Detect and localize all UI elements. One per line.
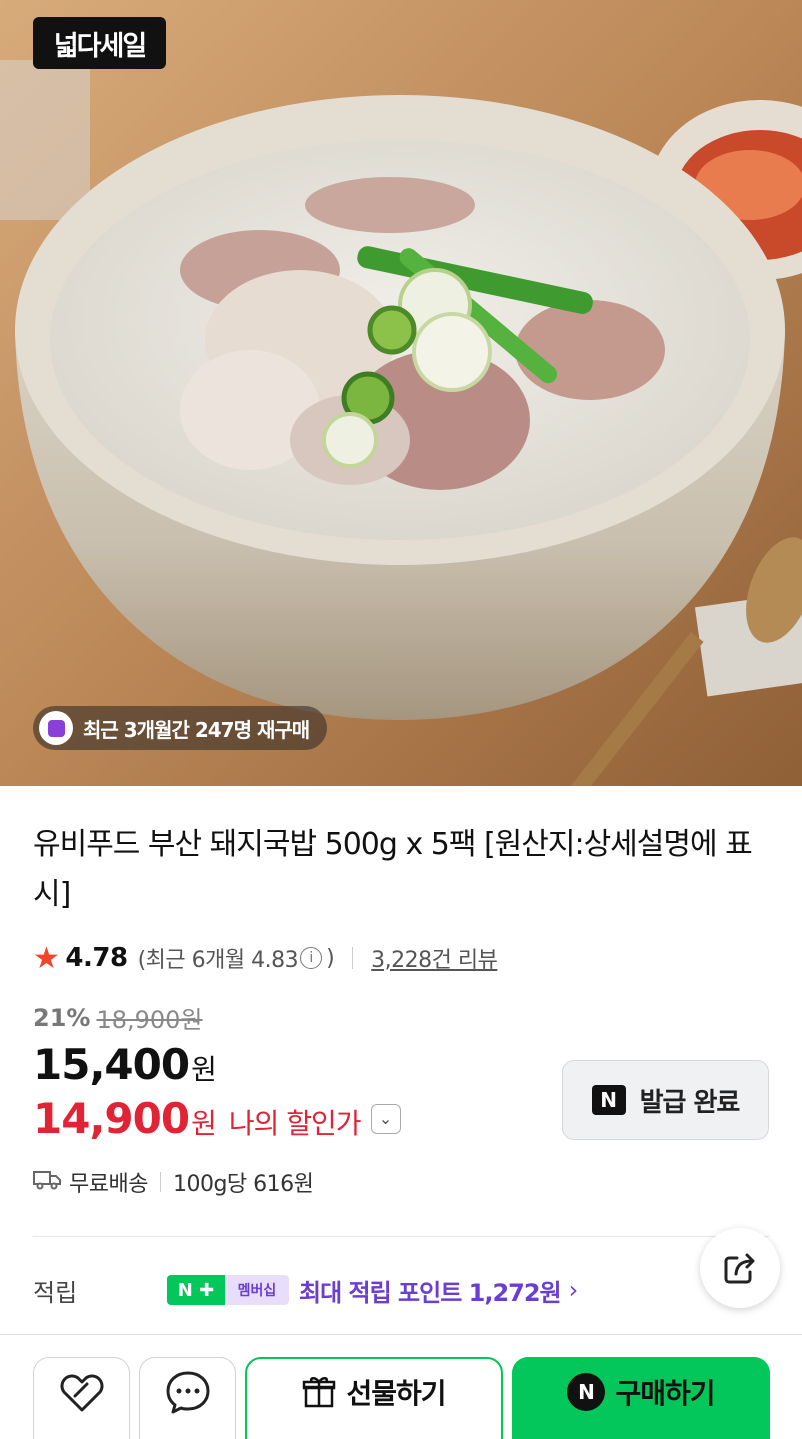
discount-percent: 21% [33, 1003, 91, 1032]
points-label: 적립 [33, 1278, 78, 1307]
soup-illustration [0, 0, 802, 786]
naver-plus-membership-badge: N ✚ 멤버십 [167, 1275, 289, 1305]
my-price-label: 나의 할인가 [228, 1107, 362, 1140]
points-text: 최대 적립 포인트 1,272원 [299, 1278, 562, 1307]
chat-icon [165, 1369, 211, 1439]
sale-price: 15,400원 [33, 1040, 217, 1089]
discount-row: 21% 18,900원 [33, 1000, 203, 1035]
product-image[interactable]: 넓다세일 최근 3개월간 247명 재구매 [0, 0, 802, 786]
naver-logo-icon: N [591, 1085, 626, 1115]
points-row[interactable]: 적립 N ✚ 멤버십 최대 적립 포인트 1,272원 › [33, 1270, 773, 1310]
gift-icon [302, 1375, 336, 1439]
info-icon[interactable]: i [300, 947, 323, 969]
naver-n-logo: N [567, 1373, 606, 1411]
membership-label: 멤버십 [225, 1275, 289, 1305]
wishlist-button[interactable] [33, 1357, 130, 1439]
shipping-text: 무료배송 [69, 1172, 148, 1197]
gift-label: 선물하기 [346, 1377, 446, 1410]
naver-plus-icon: N ✚ [167, 1275, 225, 1305]
shipping-row: 무료배송 100g당 616원 [33, 1165, 314, 1199]
gift-button[interactable]: 선물하기 [245, 1357, 503, 1439]
star-icon: ★ [33, 940, 60, 976]
sale-price-unit: 원 [191, 1053, 217, 1086]
heart-icon [57, 1370, 107, 1439]
action-bar-divider [0, 1334, 802, 1335]
naver-pay-icon: N [567, 1373, 615, 1439]
sale-price-value: 15,400 [33, 1040, 190, 1089]
divider [352, 947, 354, 969]
my-price-unit: 원 [191, 1107, 217, 1140]
coupon-label: 발급 완료 [639, 1087, 741, 1118]
sale-badge-logo: 넓다세일 [33, 17, 166, 69]
repurchase-icon [39, 711, 73, 745]
rating-row: ★ 4.78 (최근 6개월 4.83 i ) 3,228건 리뷰 [33, 938, 498, 978]
unit-price: 100g당 616원 [172, 1172, 314, 1197]
chevron-down-icon[interactable]: ⌄ [370, 1103, 401, 1134]
talk-talk-button[interactable] [139, 1357, 236, 1439]
review-count-link[interactable]: 3,228건 리뷰 [371, 942, 498, 974]
repurchase-chip: 최근 3개월간 247명 재구매 [33, 706, 328, 750]
coupon-issued-button[interactable]: N 발급 완료 [562, 1060, 769, 1140]
truck-icon [33, 1168, 61, 1196]
recent-rating: (최근 6개월 4.83 [137, 948, 299, 973]
divider [159, 1172, 161, 1192]
my-discount-price[interactable]: 14,900 원 나의 할인가 ⌄ [33, 1094, 401, 1143]
rating-value: 4.78 [65, 943, 128, 973]
product-title: 유비푸드 부산 돼지국밥 500g x 5팩 [원산지:상세설명에 표시] [33, 827, 753, 912]
section-divider [33, 1236, 769, 1237]
my-price-value: 14,900 [33, 1094, 190, 1143]
original-price: 18,900원 [96, 1006, 203, 1034]
recent-rating-close: ) [326, 945, 335, 971]
buy-label: 구매하기 [615, 1377, 715, 1410]
buy-button[interactable]: N 구매하기 [512, 1357, 770, 1439]
repurchase-text: 최근 3개월간 247명 재구매 [83, 717, 310, 742]
chevron-right-icon: › [568, 1276, 579, 1304]
